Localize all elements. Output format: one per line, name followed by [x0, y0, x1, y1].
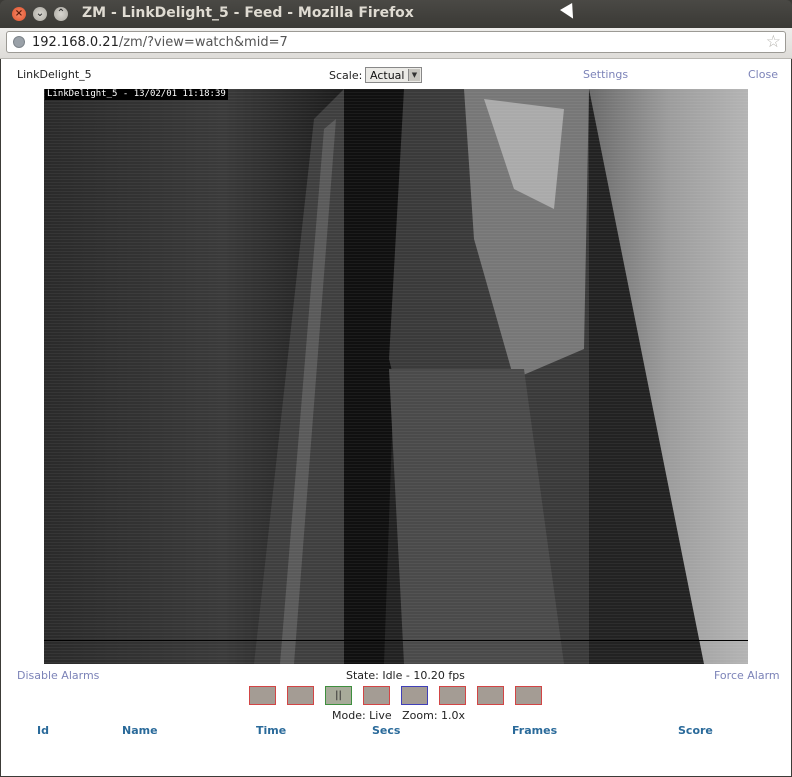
camera-feed: LinkDelight_5 - 13/02/01 11:18:39	[44, 89, 748, 664]
feed-image	[44, 89, 748, 664]
pause-button[interactable]: ||	[325, 686, 352, 705]
force-alarm-link[interactable]: Force Alarm	[714, 669, 780, 682]
disable-alarms-link[interactable]: Disable Alarms	[17, 669, 99, 682]
minimize-window-icon[interactable]: ⌄	[33, 7, 47, 21]
address-url[interactable]: 192.168.0.21/zm/?view=watch&mid=7	[32, 35, 288, 50]
column-header-id[interactable]: Id	[37, 724, 49, 737]
window-title: ZM - LinkDelight_5 - Feed - Mozilla Fire…	[82, 5, 414, 21]
scale-value: Actual	[370, 69, 405, 82]
feed-timestamp: LinkDelight_5 - 13/02/01 11:18:39	[45, 89, 228, 100]
zoom-out-button[interactable]	[515, 686, 542, 705]
scale-select[interactable]: Actual ▼	[365, 67, 422, 83]
maximize-window-icon[interactable]: ⌃	[54, 7, 68, 21]
chevron-down-icon: ▼	[408, 69, 420, 81]
window-titlebar: × ⌄ ⌃ ZM - LinkDelight_5 - Feed - Mozill…	[0, 0, 792, 28]
settings-link[interactable]: Settings	[583, 68, 628, 81]
page-content: LinkDelight_5 Scale: Actual ▼ Settings C…	[1, 59, 791, 776]
monitor-name: LinkDelight_5	[17, 68, 92, 81]
close-link[interactable]: Close	[748, 68, 778, 81]
fast-reverse-button[interactable]	[249, 686, 276, 705]
slow-forward-button[interactable]	[439, 686, 466, 705]
column-header-frames[interactable]: Frames	[512, 724, 557, 737]
url-host: 192.168.0.21	[32, 35, 119, 50]
star-icon[interactable]: ☆	[766, 32, 781, 52]
globe-icon	[13, 36, 25, 48]
column-header-secs[interactable]: Secs	[372, 724, 400, 737]
address-bar[interactable]: 192.168.0.21/zm/?view=watch&mid=7 ☆	[6, 31, 786, 53]
fast-forward-button[interactable]	[477, 686, 504, 705]
browser-navbar: 192.168.0.21/zm/?view=watch&mid=7 ☆	[0, 28, 792, 59]
stop-button[interactable]	[363, 686, 390, 705]
mouse-cursor-icon	[560, 3, 580, 23]
column-header-time[interactable]: Time	[256, 724, 286, 737]
column-header-score[interactable]: Score	[678, 724, 713, 737]
mode-zoom-text: Mode: Live Zoom: 1.0x	[332, 709, 466, 722]
close-window-icon[interactable]: ×	[12, 7, 26, 21]
state-text: State: Idle - 10.20 fps	[346, 669, 465, 682]
column-header-name[interactable]: Name	[122, 724, 158, 737]
play-button[interactable]	[401, 686, 428, 705]
url-path: /zm/?view=watch&mid=7	[118, 35, 288, 50]
scale-label: Scale:	[329, 69, 363, 82]
slow-reverse-button[interactable]	[287, 686, 314, 705]
